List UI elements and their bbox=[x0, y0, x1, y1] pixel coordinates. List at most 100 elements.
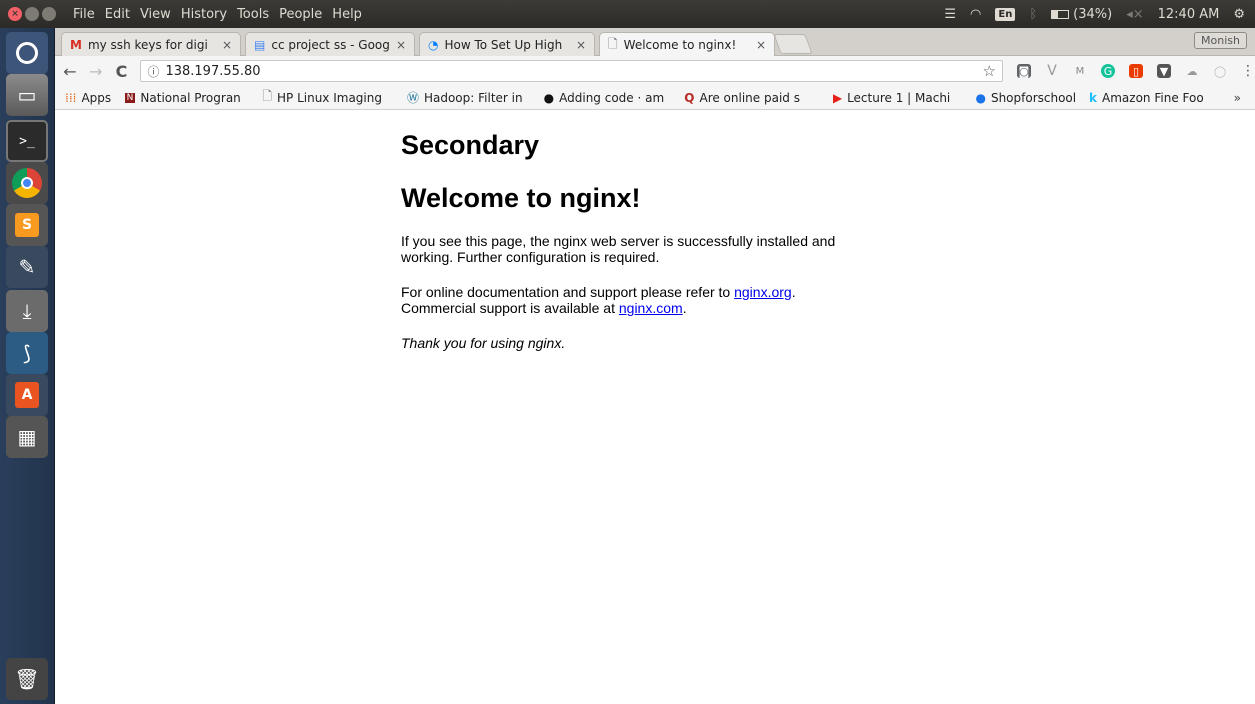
menu-edit[interactable]: Edit bbox=[105, 7, 130, 22]
secondary-heading: Secondary bbox=[401, 130, 540, 160]
circle-extension-icon[interactable]: ◯ bbox=[1213, 64, 1227, 78]
bookmark-star-icon[interactable]: ☆ bbox=[983, 62, 996, 80]
launcher: ▭ >_ S ✎ ⤓ ⟆ A ▦ 🗑 bbox=[0, 28, 55, 704]
github-icon: ● bbox=[543, 90, 555, 105]
tab-digitalocean[interactable]: ◔ How To Set Up High × bbox=[419, 32, 595, 56]
info-icon[interactable]: ⓘ bbox=[147, 63, 159, 80]
doc-period: . bbox=[791, 284, 796, 300]
page-content: Secondary Welcome to nginx! If you see t… bbox=[401, 111, 881, 351]
bookmark-hp-linux[interactable]: 🗋 HP Linux Imaging bbox=[262, 87, 393, 108]
google-docs-icon: ▤ bbox=[254, 37, 266, 52]
menu-bar: File Edit View History Tools People Help bbox=[73, 7, 362, 22]
pocket-save-icon[interactable]: ▼ bbox=[1157, 64, 1171, 78]
kaggle-icon: k bbox=[1089, 90, 1098, 105]
page-icon: 🗋 bbox=[262, 89, 272, 103]
doc-text: For online documentation and support ple… bbox=[401, 284, 735, 300]
close-window-button[interactable]: × bbox=[8, 7, 22, 21]
sublime-text-icon[interactable]: S bbox=[6, 204, 48, 246]
tab-close-button[interactable]: × bbox=[570, 38, 586, 52]
web-page: Secondary Welcome to nginx! If you see t… bbox=[55, 111, 1255, 704]
calculator-icon[interactable]: ▦ bbox=[6, 416, 48, 458]
menu-history[interactable]: History bbox=[181, 7, 227, 22]
page-icon: 🗋 bbox=[608, 36, 618, 51]
url-text[interactable]: 138.197.55.80 bbox=[165, 64, 260, 79]
bookmark-shopforschool[interactable]: ● Shopforschool bbox=[975, 91, 1075, 105]
bookmark-label: HP Linux Imaging bbox=[277, 90, 382, 105]
mendeley-extension-icon[interactable]: M bbox=[1073, 64, 1087, 78]
bookmark-label: Are online paid s bbox=[699, 90, 800, 105]
wifi-icon[interactable]: ◠ bbox=[970, 7, 981, 22]
tab-title: cc project ss - Goog bbox=[271, 37, 390, 52]
tab-close-button[interactable]: × bbox=[216, 38, 232, 52]
bluetooth-icon[interactable]: ᛒ bbox=[1029, 7, 1037, 22]
profile-button[interactable]: Monish bbox=[1194, 32, 1247, 49]
new-tab-button[interactable] bbox=[773, 34, 813, 54]
volume-muted-icon[interactable]: ◂× bbox=[1126, 7, 1143, 22]
tab-nginx-welcome[interactable]: 🗋 Welcome to nginx! × bbox=[599, 32, 775, 57]
support-period: . bbox=[682, 300, 687, 316]
menu-help[interactable]: Help bbox=[332, 7, 362, 22]
chrome-icon[interactable] bbox=[6, 162, 48, 204]
wordpress-icon: Ⓦ bbox=[406, 91, 419, 105]
battery-indicator[interactable]: (34%) bbox=[1051, 7, 1112, 22]
grammarly-extension-icon[interactable]: G bbox=[1101, 64, 1115, 78]
menu-view[interactable]: View bbox=[140, 7, 171, 22]
chrome-menu-icon[interactable]: ⋮ bbox=[1241, 63, 1255, 79]
vue-extension-icon[interactable]: V bbox=[1045, 63, 1059, 79]
tab-close-button[interactable]: × bbox=[390, 38, 406, 52]
pocket-extension-icon[interactable]: ◙ bbox=[1017, 64, 1031, 78]
digitalocean-icon: ◔ bbox=[428, 37, 439, 52]
power-gear-icon[interactable]: ⚙ bbox=[1233, 7, 1245, 22]
office-extension-icon[interactable]: ▯ bbox=[1129, 64, 1143, 78]
minimize-window-button[interactable] bbox=[25, 7, 39, 21]
reload-icon[interactable]: C bbox=[111, 62, 133, 81]
bookmark-github[interactable]: ● Adding code · am bbox=[544, 91, 671, 105]
bookmark-label: Adding code · am bbox=[559, 90, 665, 105]
bookmark-youtube[interactable]: ▶ Lecture 1 | Machi bbox=[833, 91, 962, 105]
menu-tools[interactable]: Tools bbox=[237, 7, 269, 22]
welcome-heading: Welcome to nginx! bbox=[401, 183, 641, 213]
tab-title: my ssh keys for digi bbox=[87, 37, 208, 52]
bookmark-nptel[interactable]: N National Progran bbox=[124, 91, 249, 105]
tab-gmail[interactable]: M my ssh keys for digi × bbox=[61, 32, 241, 56]
menu-file[interactable]: File bbox=[73, 7, 95, 22]
install-success-paragraph: If you see this page, the nginx web serv… bbox=[401, 233, 836, 265]
menu-people[interactable]: People bbox=[279, 7, 322, 22]
bookmark-apps[interactable]: ⁞⁞⁞ Apps bbox=[65, 91, 111, 105]
tab-title: Welcome to nginx! bbox=[623, 38, 737, 52]
trash-icon[interactable]: 🗑 bbox=[6, 658, 48, 700]
forward-arrow-icon[interactable]: → bbox=[85, 62, 107, 81]
thanks-paragraph: Thank you for using nginx. bbox=[401, 335, 566, 351]
address-bar[interactable]: ⓘ 138.197.55.80 ☆ bbox=[140, 60, 1003, 82]
clock[interactable]: 12:40 AM bbox=[1158, 7, 1220, 22]
documentation-paragraph: For online documentation and support ple… bbox=[401, 284, 881, 316]
terminal-icon[interactable]: >_ bbox=[6, 120, 48, 162]
battery-percent: (34%) bbox=[1073, 6, 1113, 22]
keyboard-layout-indicator[interactable]: En bbox=[995, 7, 1016, 21]
bookmark-label: Shopforschool bbox=[990, 90, 1076, 105]
software-center-icon[interactable]: A bbox=[6, 374, 48, 416]
bookmark-label: Hadoop: Filter in bbox=[423, 90, 523, 105]
quora-icon: Q bbox=[684, 90, 695, 105]
tab-google-docs[interactable]: ▤ cc project ss - Goog × bbox=[245, 32, 415, 56]
bookmark-kaggle[interactable]: k Amazon Fine Foo bbox=[1089, 91, 1220, 105]
cloud-extension-icon[interactable]: ☁ bbox=[1185, 64, 1199, 78]
extension-icons: ◙ V M G ▯ ▼ ☁ ◯ ⋮ bbox=[1017, 63, 1255, 79]
gmail-icon: M bbox=[70, 37, 82, 52]
indicator-area: ☰ ◠ En ᛒ (34%) ◂× 12:40 AM ⚙ bbox=[944, 7, 1245, 22]
bookmark-quora[interactable]: Q Are online paid s bbox=[684, 91, 819, 105]
nginx-org-link[interactable]: nginx.org bbox=[734, 284, 792, 300]
ubuntu-dash-icon[interactable] bbox=[6, 32, 48, 74]
tab-close-button[interactable]: × bbox=[750, 38, 766, 52]
settings-tools-icon[interactable]: ✎ bbox=[6, 246, 48, 288]
more-bookmarks-button[interactable]: » bbox=[1234, 91, 1241, 105]
support-text: Commercial support is available at bbox=[401, 300, 619, 316]
list-icon[interactable]: ☰ bbox=[944, 7, 956, 22]
maximize-window-button[interactable] bbox=[42, 7, 56, 21]
files-icon[interactable]: ▭ bbox=[6, 74, 48, 116]
bookmark-hadoop[interactable]: Ⓦ Hadoop: Filter in bbox=[407, 89, 530, 106]
installer-icon[interactable]: ⤓ bbox=[6, 290, 48, 332]
back-arrow-icon[interactable]: ← bbox=[59, 62, 81, 81]
mysql-workbench-icon[interactable]: ⟆ bbox=[6, 332, 48, 374]
nginx-com-link[interactable]: nginx.com bbox=[619, 300, 683, 316]
